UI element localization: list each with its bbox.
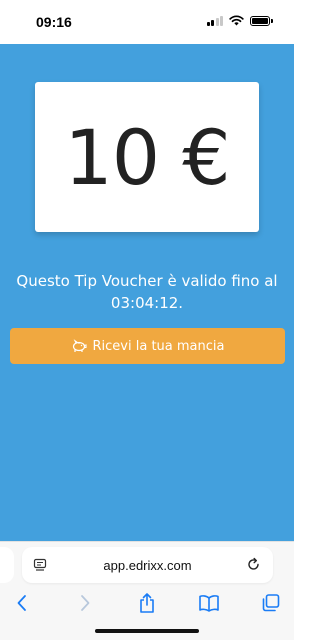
forward-button[interactable] [72, 590, 98, 616]
forward-icon [81, 595, 90, 611]
share-button[interactable] [134, 590, 160, 616]
back-icon [17, 595, 26, 611]
browser-bottom-bar: app.edrixx.com [0, 541, 294, 640]
home-indicator[interactable] [95, 629, 199, 633]
reload-icon[interactable] [246, 557, 261, 572]
voucher-amount: 10 € [64, 112, 230, 202]
validity-line-1: Questo Tip Voucher è valido fino al [16, 272, 278, 290]
share-icon [140, 593, 154, 613]
wifi-icon [229, 15, 244, 26]
receive-tip-button[interactable]: Ricevi la tua mancia [10, 328, 285, 364]
cellular-signal-icon [206, 15, 223, 26]
piggy-bank-icon [72, 339, 87, 352]
back-button[interactable] [9, 590, 35, 616]
battery-icon [250, 15, 273, 26]
browser-toolbar [0, 590, 294, 616]
receive-tip-label: Ricevi la tua mancia [92, 338, 225, 354]
validity-line-2: 03:04:12. [110, 294, 184, 312]
bookmarks-button[interactable] [196, 590, 222, 616]
tabs-icon [262, 594, 280, 612]
status-icons [206, 15, 273, 26]
voucher-screen: 10 € Questo Tip Voucher è valido fino al… [0, 44, 294, 541]
bookmarks-icon [199, 595, 219, 612]
status-time: 09:16 [36, 14, 72, 30]
url-text: app.edrixx.com [103, 557, 192, 573]
page-menu-icon[interactable] [33, 558, 47, 572]
tabs-button[interactable] [258, 590, 284, 616]
status-bar: 09:16 [0, 0, 294, 44]
voucher-card: 10 € [35, 82, 259, 232]
address-bar[interactable]: app.edrixx.com [22, 547, 273, 583]
previous-tab-preview[interactable] [0, 547, 14, 583]
validity-text: Questo Tip Voucher è valido fino al 03:0… [10, 270, 284, 314]
